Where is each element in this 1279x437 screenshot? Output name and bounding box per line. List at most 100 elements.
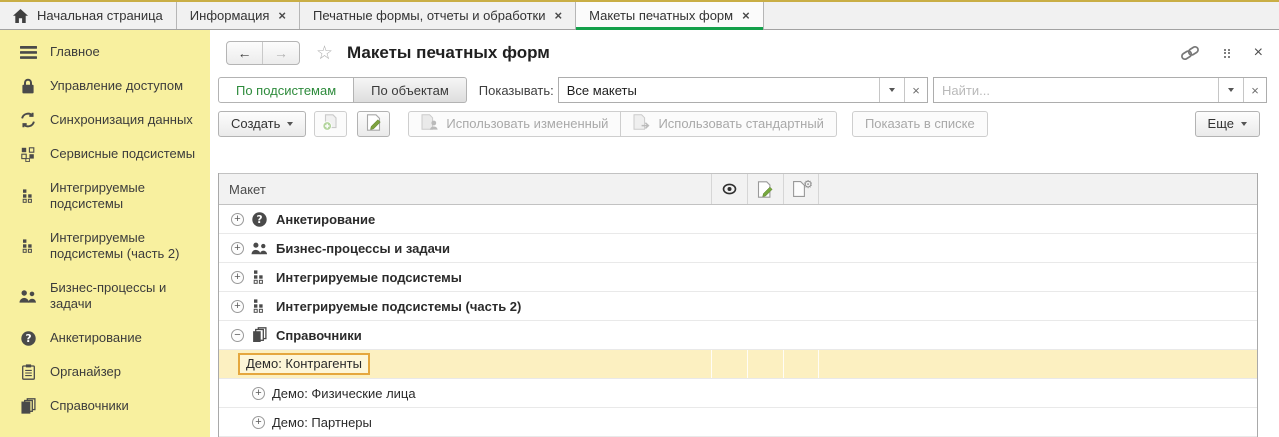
sidebar-item-1[interactable]: Управление доступом xyxy=(0,69,210,103)
tab-bar: Начальная страницаИнформация×Печатные фо… xyxy=(0,0,1279,30)
table-row[interactable]: +Бизнес-процессы и задачи xyxy=(219,234,1257,263)
edit-template-button[interactable] xyxy=(357,111,390,137)
sidebar-item-4[interactable]: Интегрируемые подсистемы xyxy=(0,171,210,221)
tab-1[interactable]: Информация× xyxy=(177,2,300,29)
search-input[interactable] xyxy=(942,83,1210,98)
row-cell xyxy=(711,292,747,320)
table-row[interactable]: +?Анкетирование xyxy=(219,205,1257,234)
table-row[interactable]: Демо: Контрагенты xyxy=(219,350,1257,379)
sidebar-item-3[interactable]: Сервисные подсистемы xyxy=(0,137,210,171)
use-standard-button[interactable]: Использовать стандартный xyxy=(621,111,837,137)
question-icon: ? xyxy=(251,212,268,227)
row-label: Демо: Физические лица xyxy=(272,386,416,401)
favorite-star-icon[interactable]: ☆ xyxy=(316,44,333,63)
use-standard-icon xyxy=(633,114,651,133)
expand-icon[interactable]: + xyxy=(231,213,244,226)
row-cell xyxy=(783,234,818,262)
sidebar-item-6[interactable]: Бизнес-процессы и задачи xyxy=(0,271,210,321)
table-row[interactable]: + Интегрируемые подсистемы xyxy=(219,263,1257,292)
table-row[interactable]: + Демо: Физические лица xyxy=(219,379,1257,408)
sidebar-item-0[interactable]: Главное xyxy=(0,35,210,69)
tab-home[interactable]: Начальная страница xyxy=(0,2,177,29)
by-subsystems-button[interactable]: По подсистемам xyxy=(218,77,354,103)
row-filler xyxy=(818,205,1257,233)
table-row[interactable]: +Интегрируемые подсистемы (часть 2) xyxy=(219,292,1257,321)
table-row[interactable]: +Демо: Партнеры xyxy=(219,408,1257,437)
row-filler xyxy=(818,350,1257,378)
toolbar: Создать Использовать измененный Использо… xyxy=(218,110,1260,137)
sidebar-item-9[interactable]: Справочники xyxy=(0,389,210,423)
expand-icon[interactable]: + xyxy=(252,387,265,400)
sidebar-item-label: Бизнес-процессы и задачи xyxy=(50,280,202,312)
svg-text:?: ? xyxy=(25,333,31,345)
sidebar-item-label: Сервисные подсистемы xyxy=(50,146,195,162)
show-in-list-button[interactable]: Показать в списке xyxy=(852,111,988,137)
row-cell xyxy=(711,321,747,349)
people-icon xyxy=(251,242,268,255)
sidebar-item-label: Интегрируемые подсистемы (часть 2) xyxy=(50,230,202,262)
page-header: ← → ☆ Макеты печатных форм × xyxy=(210,30,1279,76)
tab-label: Печатные формы, отчеты и обработки xyxy=(313,8,546,23)
sidebar-item-label: Главное xyxy=(50,44,100,60)
show-filter-value[interactable]: Все макеты xyxy=(559,78,879,102)
sidebar-item-2[interactable]: Синхронизация данных xyxy=(0,103,210,137)
sync-icon xyxy=(18,112,38,128)
expand-icon[interactable]: + xyxy=(231,271,244,284)
link-icon[interactable] xyxy=(1180,45,1200,61)
add-template-button[interactable] xyxy=(314,111,347,137)
people-icon xyxy=(18,290,38,303)
create-button[interactable]: Создать xyxy=(218,111,306,137)
expand-icon[interactable]: + xyxy=(252,416,265,429)
sidebar-item-5[interactable]: Интегрируемые подсистемы (часть 2) xyxy=(0,221,210,271)
subsystem-icon xyxy=(18,189,38,203)
service-icon xyxy=(18,147,38,162)
kebab-menu-icon[interactable] xyxy=(1224,49,1230,58)
row-filler xyxy=(818,263,1257,291)
close-tab-icon[interactable]: × xyxy=(555,9,563,22)
row-label: Интегрируемые подсистемы xyxy=(276,270,462,285)
search-dropdown-icon[interactable] xyxy=(1218,78,1243,102)
search-clear-icon[interactable]: × xyxy=(1243,78,1266,102)
row-cell xyxy=(747,321,783,349)
column-header-maket[interactable]: Макет xyxy=(219,174,711,204)
sidebar-item-label: Управление доступом xyxy=(50,78,183,94)
close-tab-icon[interactable]: × xyxy=(742,9,750,22)
expand-icon[interactable]: + xyxy=(231,242,244,255)
lock-icon xyxy=(18,78,38,94)
close-icon[interactable]: × xyxy=(1254,44,1263,62)
by-objects-button[interactable]: По объектам xyxy=(354,77,467,103)
table-header-filler xyxy=(818,174,1257,204)
tab-2[interactable]: Печатные формы, отчеты и обработки × xyxy=(300,2,576,29)
row-filler xyxy=(818,321,1257,349)
forward-button[interactable]: → xyxy=(263,42,299,64)
eye-icon[interactable] xyxy=(711,174,747,204)
back-button[interactable]: ← xyxy=(227,42,263,64)
app-window: Начальная страницаИнформация×Печатные фо… xyxy=(0,0,1279,437)
row-cell xyxy=(783,379,818,407)
sidebar-item-8[interactable]: Органайзер xyxy=(0,355,210,389)
edit-document-icon[interactable] xyxy=(747,174,783,204)
row-cell xyxy=(711,205,747,233)
sidebar-item-7[interactable]: ?Анкетирование xyxy=(0,321,210,355)
row-cell xyxy=(711,350,747,378)
view-mode-switch: По подсистемам По объектам xyxy=(218,77,467,103)
subsystem-icon xyxy=(251,270,268,284)
row-filler xyxy=(818,292,1257,320)
sidebar-item-label: Интегрируемые подсистемы xyxy=(50,180,202,212)
document-settings-icon[interactable]: ⚙ xyxy=(783,174,818,204)
row-cell xyxy=(747,350,783,378)
collapse-icon[interactable]: − xyxy=(231,329,244,342)
row-cell xyxy=(783,408,818,436)
more-dropdown-icon xyxy=(1241,122,1247,126)
show-filter-clear-icon[interactable]: × xyxy=(904,78,927,102)
tab-label: Макеты печатных форм xyxy=(589,8,733,23)
search-box: × xyxy=(933,77,1267,103)
more-button[interactable]: Еще xyxy=(1195,111,1260,137)
close-tab-icon[interactable]: × xyxy=(278,9,286,22)
tab-3[interactable]: Макеты печатных форм × xyxy=(576,2,764,29)
show-filter-dropdown-icon[interactable] xyxy=(879,78,904,102)
home-icon xyxy=(13,9,28,23)
expand-icon[interactable]: + xyxy=(231,300,244,313)
use-modified-button[interactable]: Использовать измененный xyxy=(408,111,621,137)
table-row[interactable]: −Справочники xyxy=(219,321,1257,350)
